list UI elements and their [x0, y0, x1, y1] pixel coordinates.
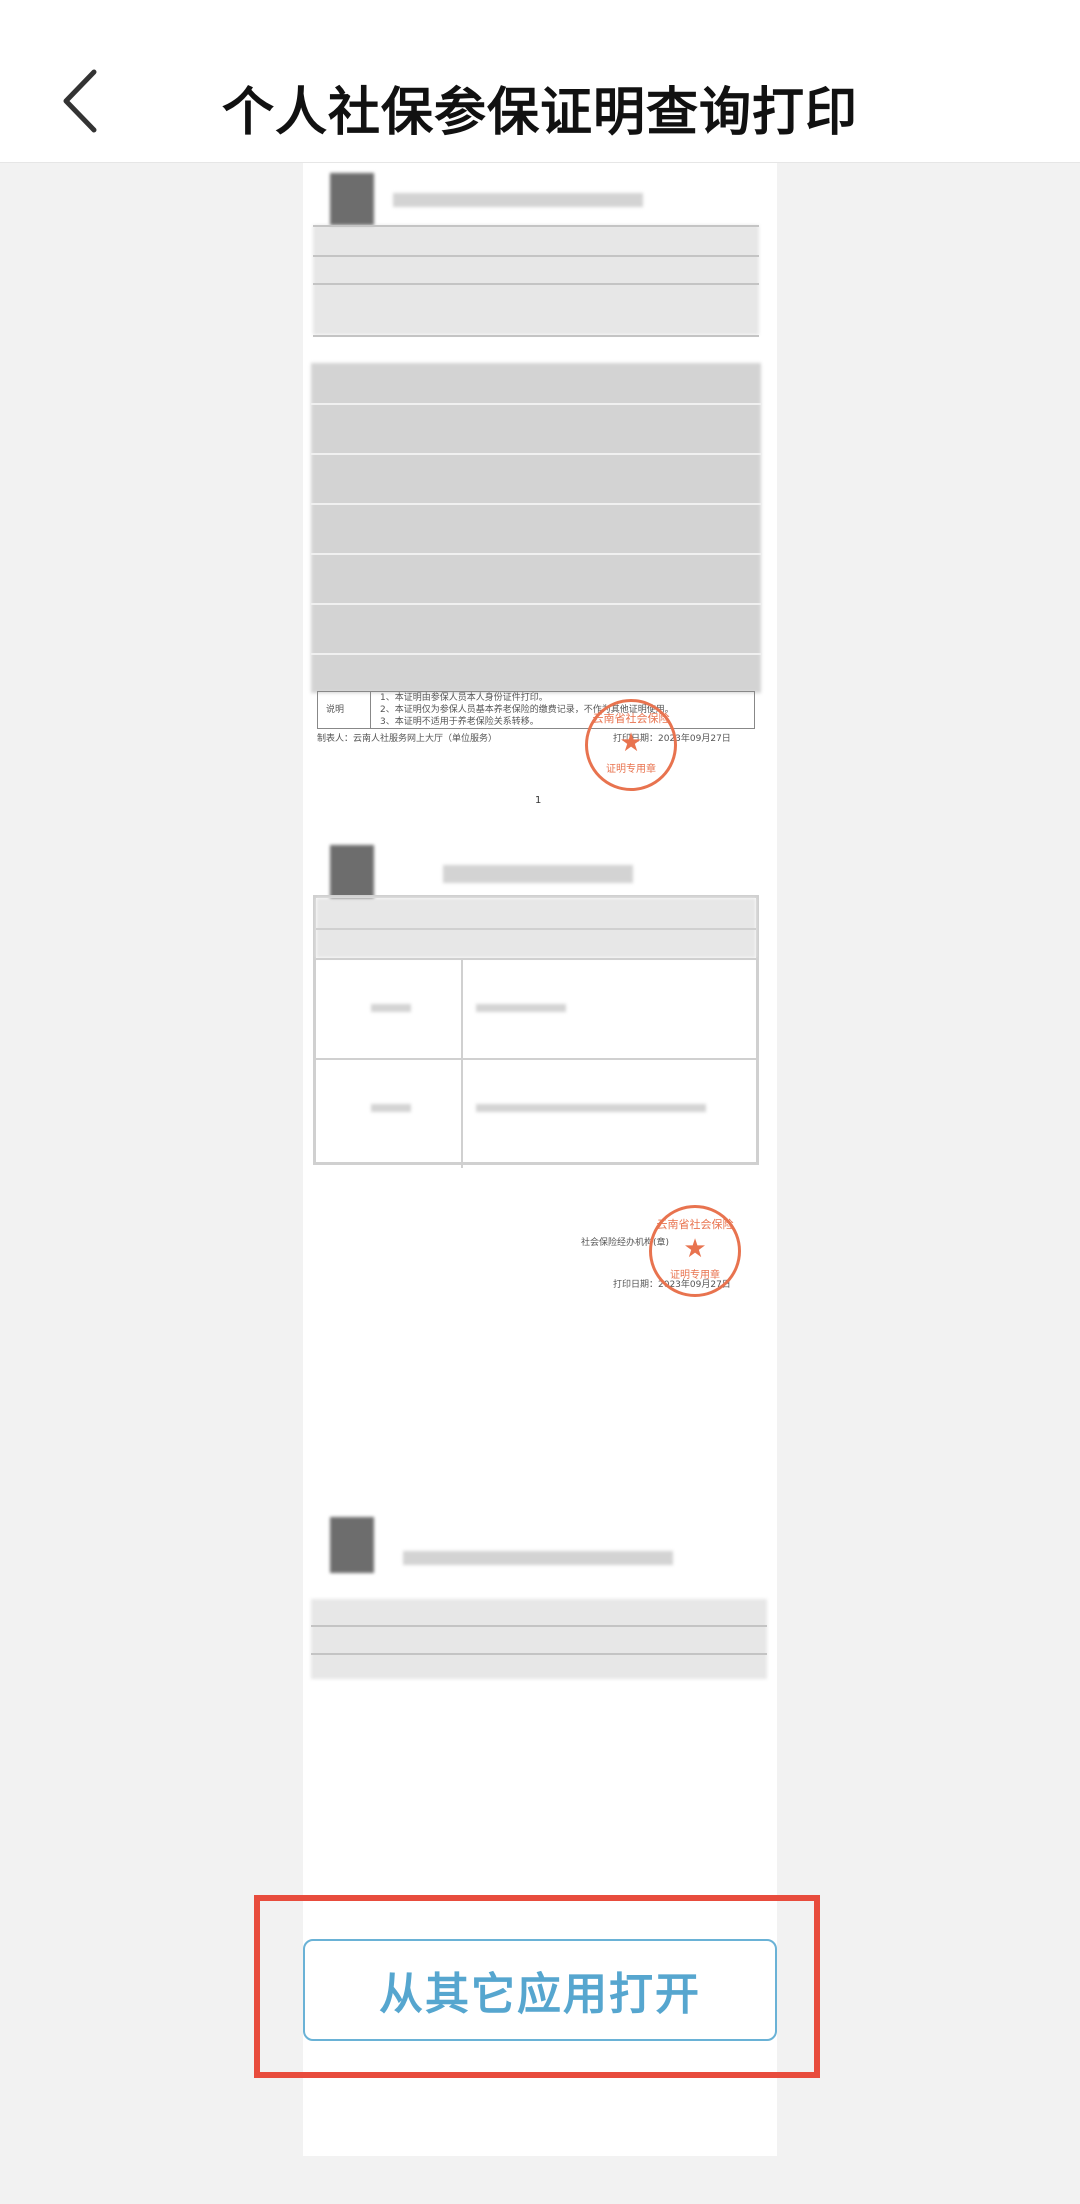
note-line-3: 3、本证明不适用于养老保险关系转移。 [380, 717, 539, 727]
redacted-detail-table [313, 895, 759, 1168]
star-icon: ★ [683, 1234, 707, 1264]
redacted-records-table [311, 363, 761, 693]
document-page-1: 说明 1、本证明由参保人员本人身份证件打印。 2、本证明仅为参保人员基本养老保险… [303, 163, 777, 833]
official-stamp: 云南省社会保险 ★ 证明专用章 [585, 699, 677, 791]
bottom-bar [0, 2156, 1080, 2204]
page-number: 1 [535, 795, 542, 806]
top-bar: 个人社保参保证明查询打印 [0, 0, 1080, 163]
redacted-heading [443, 865, 633, 883]
notes-label: 说明 [326, 705, 345, 715]
stamp-bottom-text: 证明专用章 [606, 764, 656, 775]
notes-box: 说明 1、本证明由参保人员本人身份证件打印。 2、本证明仅为参保人员基本养老保险… [317, 691, 755, 729]
note-line-1: 1、本证明由参保人员本人身份证件打印。 [380, 693, 548, 703]
open-with-other-app-button[interactable]: 从其它应用打开 [303, 1939, 777, 2041]
stamp-ring-text: 云南省社会保险 [592, 712, 670, 725]
qr-code-image [330, 845, 374, 901]
redacted-info-table [313, 225, 759, 335]
redacted-info-table [311, 1599, 767, 1679]
star-icon: ★ [619, 728, 643, 758]
stamp-bottom-text: 证明专用章 [670, 1270, 720, 1281]
stamp-ring-text: 云南省社会保险 [656, 1218, 734, 1231]
document-page-3 [303, 1507, 777, 1907]
redacted-heading [403, 1551, 673, 1565]
redacted-heading [393, 193, 643, 207]
footer-left: 制表人：云南人社服务网上大厅（单位服务） [317, 734, 498, 744]
qr-code-image [330, 173, 374, 229]
qr-code-image [330, 1517, 374, 1573]
page-title: 个人社保参保证明查询打印 [221, 83, 858, 143]
official-stamp-2: 云南省社会保险 ★ 证明专用章 [649, 1205, 741, 1297]
